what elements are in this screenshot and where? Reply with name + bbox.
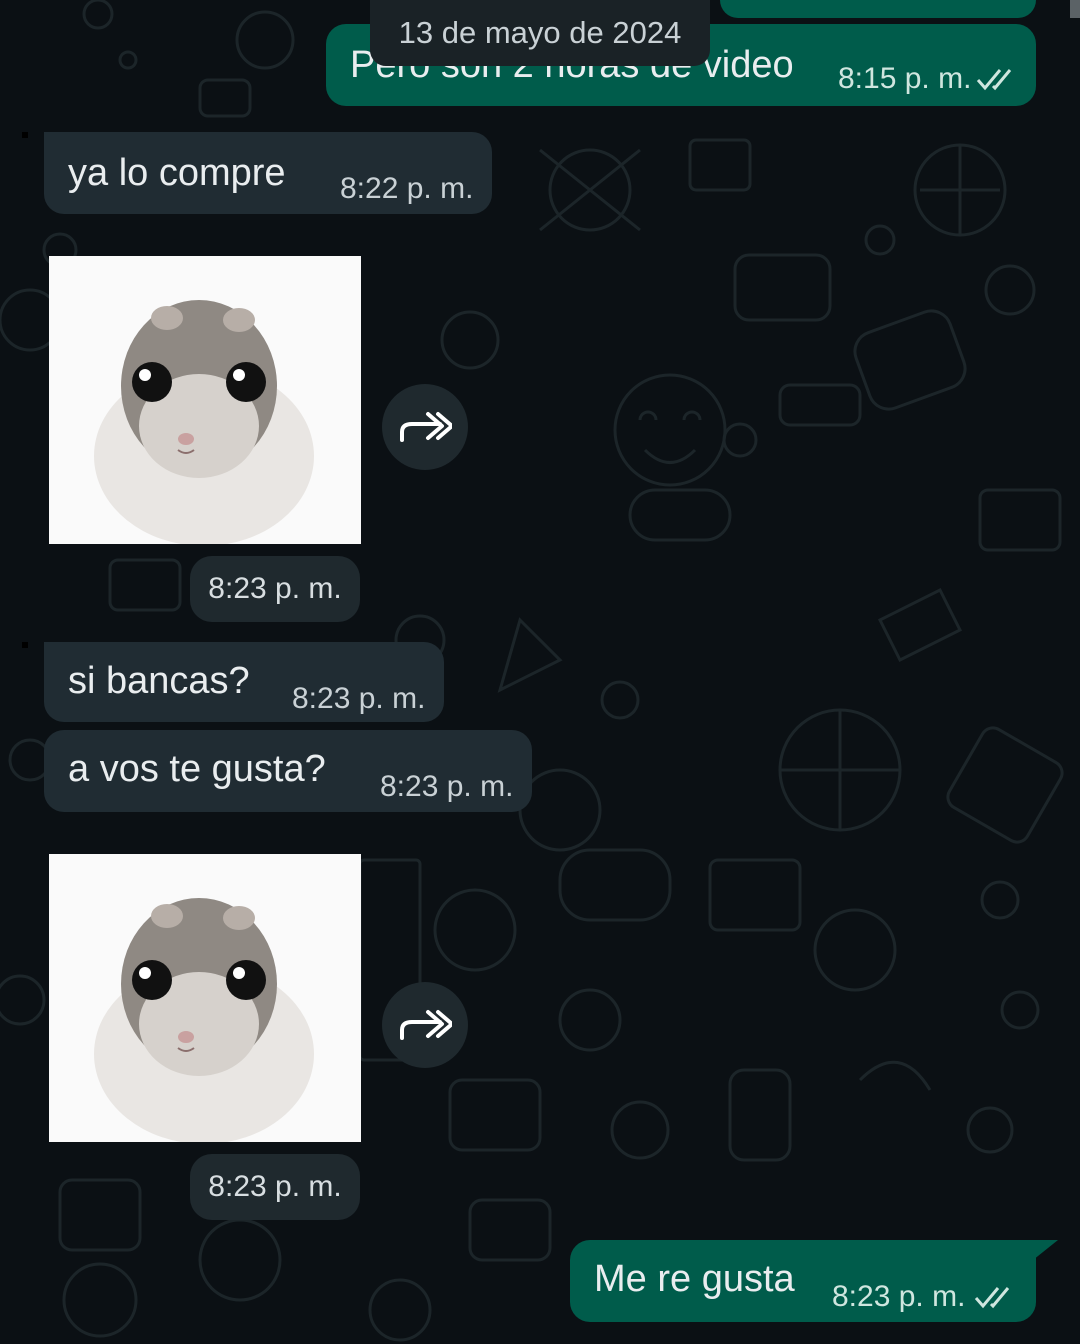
date-separator: 13 de mayo de 2024	[370, 0, 710, 66]
sad-hamster-sticker	[94, 300, 314, 544]
message-bubble-incoming[interactable]: a vos te gusta? 8:23 p. m.	[44, 730, 532, 812]
message-bubble-outgoing[interactable]: Me re gusta 8:23 p. m.	[570, 1240, 1036, 1322]
forward-icon	[400, 1010, 452, 1040]
message-time: 8:22 p. m.	[340, 172, 474, 205]
message-bubble-incoming[interactable]: ya lo compre 8:22 p. m.	[44, 132, 492, 214]
previous-message-fragment	[720, 0, 1036, 18]
message-time: 8:23 p. m.	[380, 770, 514, 803]
sticker-time: 8:23 p. m.	[190, 556, 360, 622]
message-time: 8:23 p. m.	[292, 682, 426, 715]
bubble-tail	[22, 132, 28, 138]
scrollbar[interactable]	[1070, 0, 1080, 18]
message-time: 8:15 p. m.	[838, 62, 972, 95]
double-check-icon	[976, 69, 1012, 91]
message-time: 8:23 p. m.	[832, 1280, 966, 1313]
message-text: a vos te gusta?	[68, 748, 326, 790]
forward-button[interactable]	[382, 982, 468, 1068]
double-check-icon	[974, 1287, 1010, 1309]
message-bubble-incoming[interactable]: si bancas? 8:23 p. m.	[44, 642, 444, 722]
forward-icon	[400, 412, 452, 442]
sticker-image[interactable]	[49, 256, 361, 544]
sticker-time: 8:23 p. m.	[190, 1154, 360, 1220]
message-text: ya lo compre	[68, 152, 286, 194]
bubble-tail	[22, 642, 28, 648]
sad-hamster-sticker	[94, 898, 314, 1142]
forward-button[interactable]	[382, 384, 468, 470]
message-text: si bancas?	[68, 660, 250, 702]
sticker-image[interactable]	[49, 854, 361, 1142]
message-text: Me re gusta	[594, 1258, 795, 1300]
